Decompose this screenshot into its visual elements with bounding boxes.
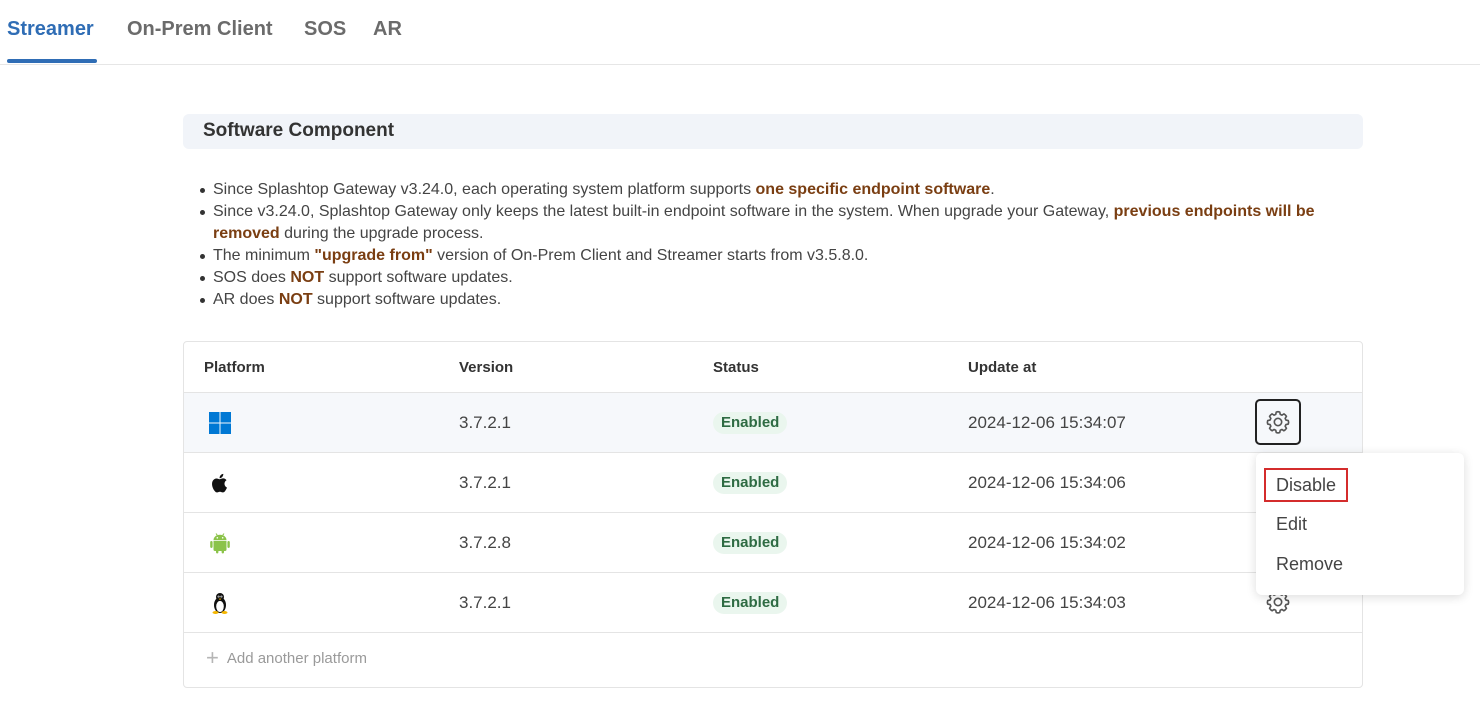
tab-ar[interactable]: AR xyxy=(373,15,402,43)
version-cell: 3.7.2.1 xyxy=(459,473,511,492)
column-header-status: Status xyxy=(713,359,759,376)
note-item: AR does NOT support software updates. xyxy=(200,289,1363,311)
notes-list: Since Splashtop Gateway v3.24.0, each op… xyxy=(200,179,1363,311)
status-badge: Enabled xyxy=(713,592,788,614)
tab-on-prem-client[interactable]: On-Prem Client xyxy=(127,15,273,43)
android-icon xyxy=(210,533,230,554)
update-at-cell: 2024-12-06 15:34:02 xyxy=(968,533,1126,552)
note-highlight: NOT xyxy=(290,269,325,286)
section-title: Software Component xyxy=(203,120,395,141)
plus-icon: + xyxy=(206,645,219,670)
status-badge: Enabled xyxy=(713,532,788,554)
note-item: SOS does NOT support software updates. xyxy=(200,267,1363,289)
active-tab-indicator xyxy=(7,59,97,63)
tab-streamer[interactable]: Streamer xyxy=(7,15,94,43)
gear-icon xyxy=(1266,410,1290,434)
version-cell: 3.7.2.8 xyxy=(459,533,511,552)
note-text: support software updates. xyxy=(312,291,502,308)
status-badge: Enabled xyxy=(713,472,788,494)
section-header: Software Component xyxy=(183,114,1363,149)
note-text: The minimum xyxy=(213,247,315,264)
menu-item-edit[interactable]: Edit xyxy=(1276,513,1307,535)
tab-bar: Streamer On-Prem Client SOS AR xyxy=(0,0,1480,65)
column-header-version: Version xyxy=(459,359,514,376)
platform-table: Platform Version Status Update at 3.7.2.… xyxy=(183,341,1363,688)
note-item: Since Splashtop Gateway v3.24.0, each op… xyxy=(200,179,1363,201)
update-at-cell: 2024-12-06 15:34:06 xyxy=(968,473,1126,492)
note-text: SOS does xyxy=(213,269,291,286)
update-at-cell: 2024-12-06 15:34:07 xyxy=(968,413,1126,432)
table-row: 3.7.2.1 Enabled 2024-12-06 15:34:03 xyxy=(184,572,1362,632)
version-cell: 3.7.2.1 xyxy=(459,593,511,612)
note-text: AR does xyxy=(213,291,279,308)
note-text: version of On-Prem Client and Streamer s… xyxy=(432,247,869,264)
note-highlight: one specific endpoint software xyxy=(755,181,991,198)
add-platform-button[interactable]: + Add another platform xyxy=(206,645,367,670)
table-row: 3.7.2.8 Enabled 2024-12-06 15:34:02 xyxy=(184,512,1362,572)
status-badge: Enabled xyxy=(713,412,788,434)
note-text: during the upgrade process. xyxy=(279,225,484,242)
note-highlight: NOT xyxy=(278,291,313,308)
note-text: support software updates. xyxy=(324,269,513,286)
version-cell: 3.7.2.1 xyxy=(459,413,511,432)
settings-dropdown-menu: Disable Edit Remove xyxy=(1256,453,1464,595)
apple-icon xyxy=(212,473,227,493)
note-text: . xyxy=(990,181,995,198)
update-at-cell: 2024-12-06 15:34:03 xyxy=(968,593,1126,612)
note-highlight: "upgrade from" xyxy=(314,247,433,264)
column-header-platform: Platform xyxy=(204,359,265,376)
settings-button[interactable] xyxy=(1255,399,1301,445)
menu-item-remove[interactable]: Remove xyxy=(1276,553,1343,575)
note-item: The minimum "upgrade from" version of On… xyxy=(200,245,1363,267)
column-header-update-at: Update at xyxy=(968,359,1037,376)
add-platform-label: Add another platform xyxy=(226,649,367,667)
table-row: 3.7.2.1 Enabled 2024-12-06 15:34:07 xyxy=(184,392,1362,452)
linux-icon xyxy=(212,593,228,614)
note-text: Since Splashtop Gateway v3.24.0, each op… xyxy=(213,181,756,198)
note-text: Since v3.24.0, Splashtop Gateway only ke… xyxy=(213,203,1114,220)
table-row: 3.7.2.1 Enabled 2024-12-06 15:34:06 xyxy=(184,452,1362,512)
menu-item-disable[interactable]: Disable xyxy=(1264,468,1349,502)
note-item: Since v3.24.0, Splashtop Gateway only ke… xyxy=(200,201,1363,245)
windows-icon xyxy=(209,412,231,434)
divider xyxy=(184,632,1362,633)
tab-sos[interactable]: SOS xyxy=(304,15,346,43)
